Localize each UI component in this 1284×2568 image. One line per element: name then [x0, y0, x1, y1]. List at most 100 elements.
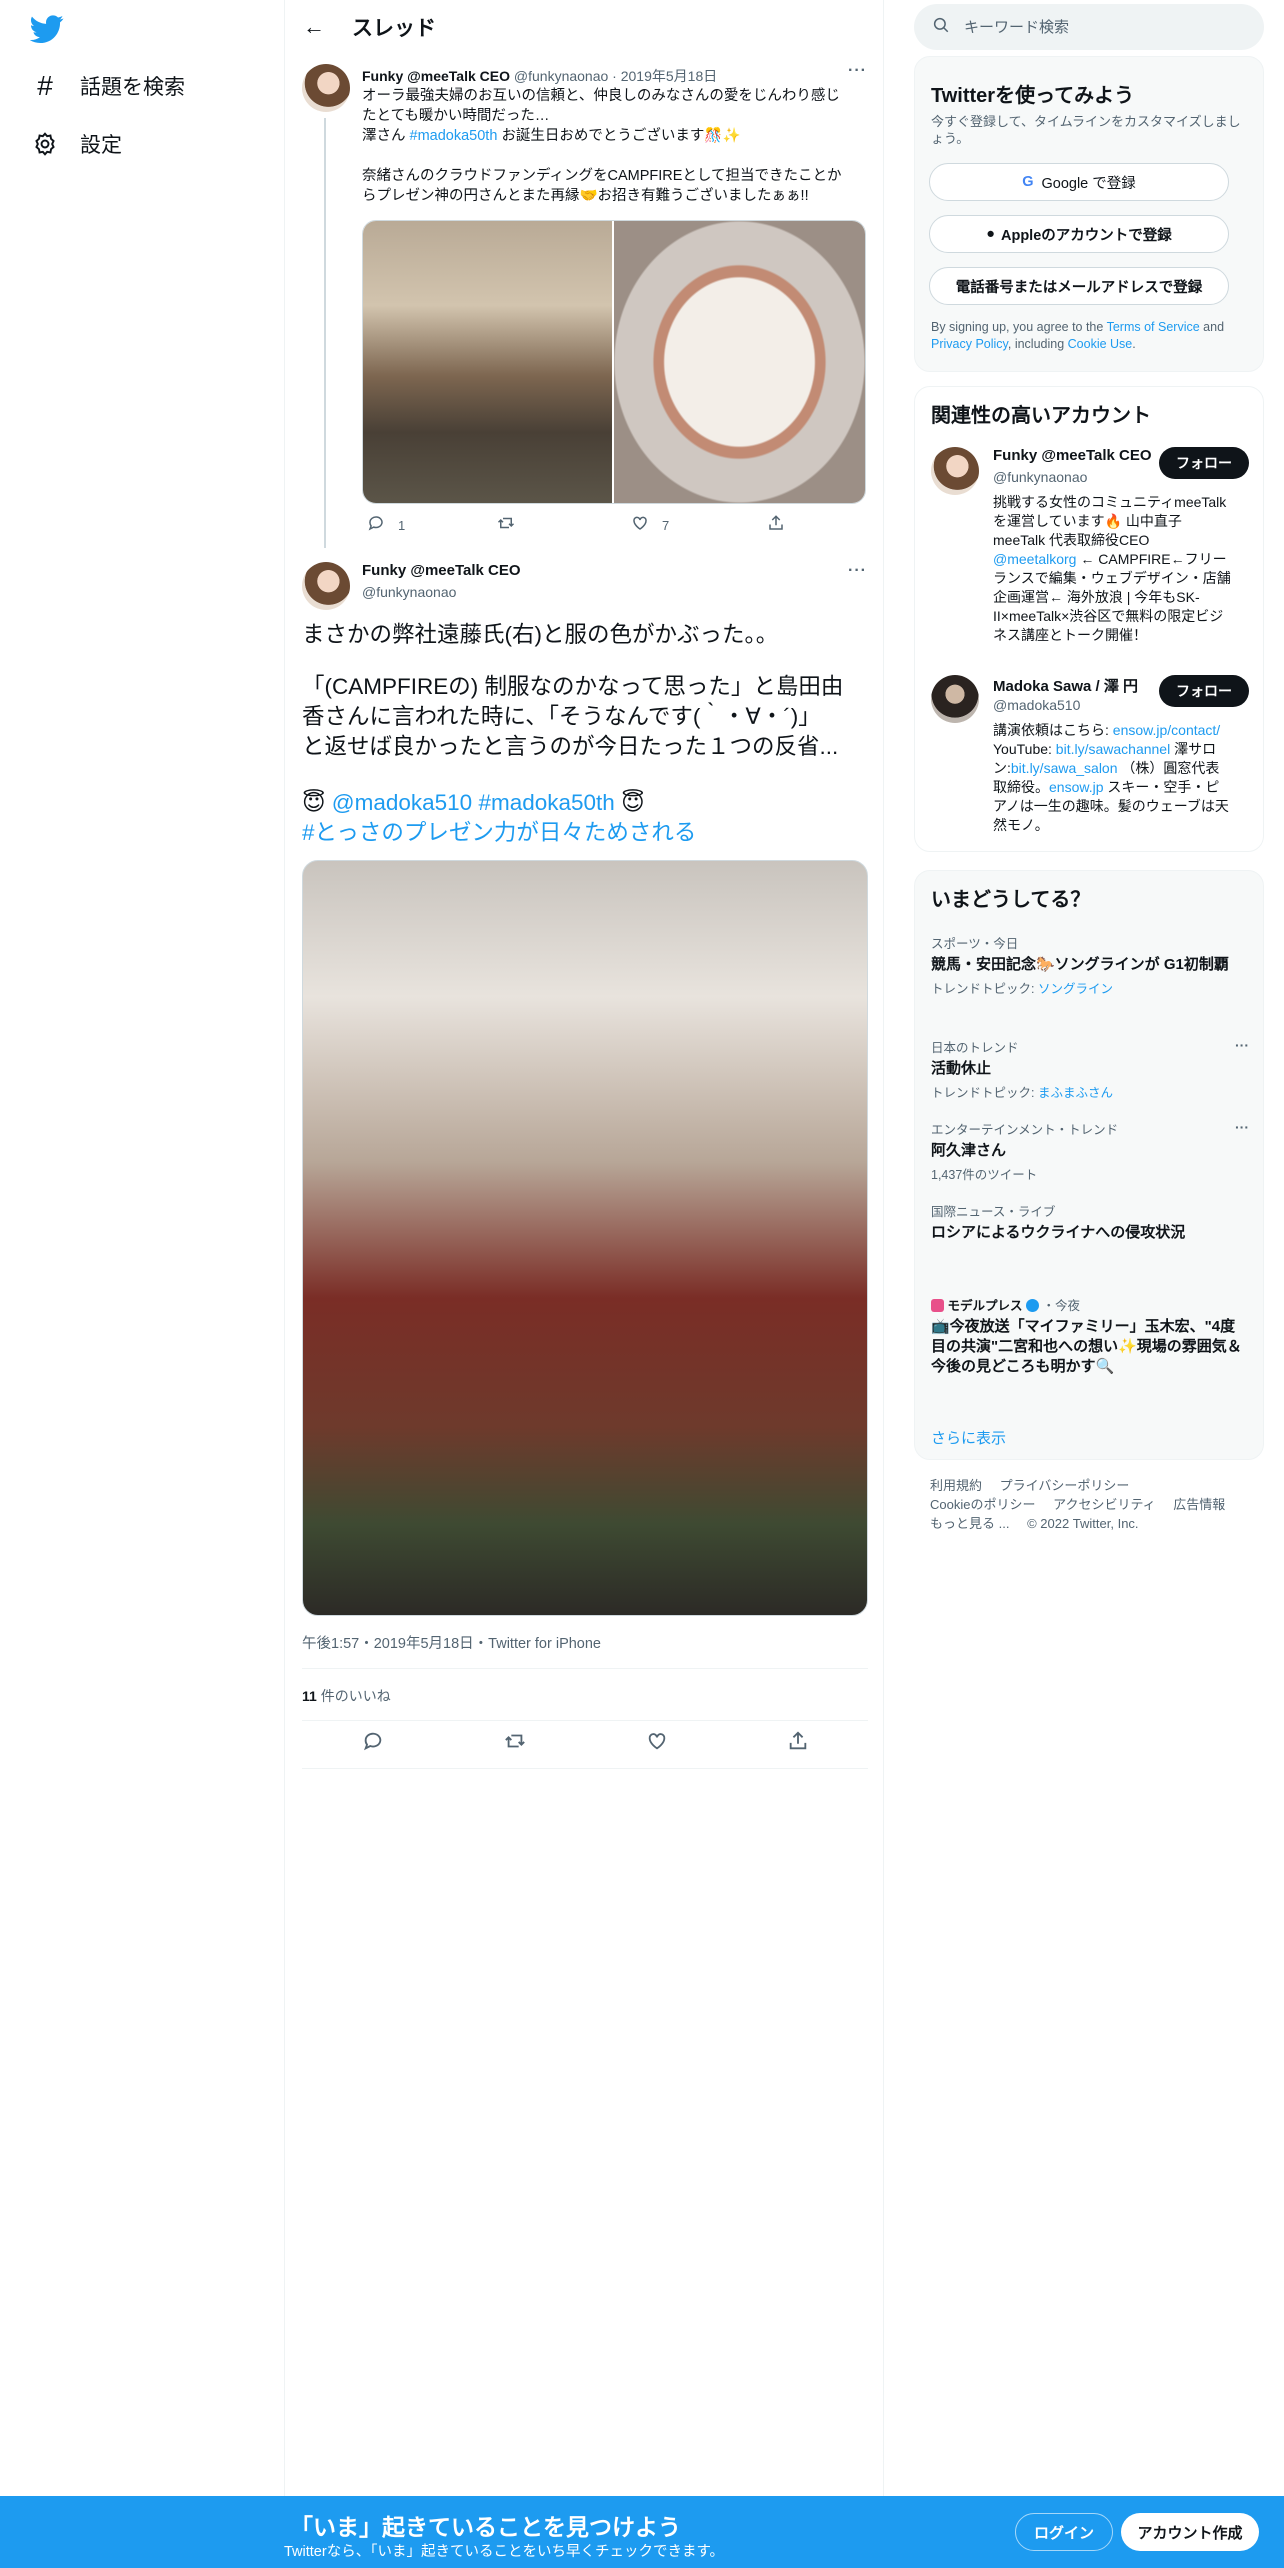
more-icon[interactable]: ···	[848, 62, 867, 80]
search-input[interactable]	[964, 18, 1244, 36]
tweet-text-line: まさかの弊社遠藤氏(右)と服の色がかぶった。。	[302, 622, 779, 647]
account-handle[interactable]: @madoka510	[993, 697, 1080, 713]
bio-line: ランスで編集・ウェブデザイン・店舗	[993, 570, 1231, 586]
phone-signup-button[interactable]: 電話番号またはメールアドレスで登録	[929, 267, 1229, 305]
login-button[interactable]: ログイン	[1015, 2513, 1113, 2551]
avatar[interactable]	[302, 562, 350, 610]
follow-button[interactable]: フォロー	[1159, 675, 1249, 707]
hashtag-link[interactable]: #madoka50th	[478, 790, 614, 815]
reply-button[interactable]: 1	[366, 514, 405, 537]
share-icon[interactable]	[787, 1730, 809, 1760]
trend-name: ロシアによるウクライナへの侵攻状況	[931, 1224, 1186, 1241]
author-handle[interactable]: @funkynaonao	[362, 584, 456, 600]
bio-line: を運営しています🔥 山中直子	[993, 513, 1182, 529]
trend-sub: トレンドトピック: まふまふさん	[931, 1082, 1249, 1101]
apple-signup-button[interactable]: ● Appleのアカウントで登録	[929, 215, 1229, 253]
account-name[interactable]: Madoka Sawa / 澤 円	[993, 675, 1138, 696]
like-button[interactable]: 7	[630, 514, 669, 537]
tweet-photo-group[interactable]	[363, 221, 614, 503]
nav-explore[interactable]: # 話題を検索	[30, 66, 185, 106]
show-more-link[interactable]: さらに表示	[931, 1427, 1006, 1448]
trend-item[interactable]: エンターテインメント・トレンド 阿久津さん 1,437件のツイート ···	[931, 1119, 1249, 1183]
avatar[interactable]	[302, 64, 350, 112]
page-title: スレッド	[352, 17, 436, 40]
avatar[interactable]	[931, 675, 979, 723]
retweet-button[interactable]	[496, 514, 516, 537]
tweet-text-fragment: 澤さん	[362, 128, 406, 144]
tweet-actions: 1 7	[362, 514, 862, 540]
account-cell[interactable]: Madoka Sawa / 澤 円 @madoka510 フォロー 講演依頼はこ…	[931, 675, 1249, 835]
trend-item[interactable]: モデルプレス ・今夜 📺今夜放送「マイファミリー」玉木宏、"4度目の共演"二宮和…	[931, 1295, 1249, 1377]
retweet-icon[interactable]	[503, 1730, 527, 1760]
tweet-photo[interactable]	[302, 860, 868, 1616]
share-button[interactable]	[766, 514, 786, 537]
footer-link[interactable]: もっと見る ...	[930, 1516, 1009, 1531]
divider	[302, 1668, 868, 1669]
account-handle[interactable]: @funkynaonao	[993, 469, 1087, 485]
bio-link[interactable]: ensow.jp	[1049, 779, 1103, 795]
footer-link[interactable]: プライバシーポリシー	[1000, 1478, 1130, 1493]
hashtag-link[interactable]: #とっさのプレゼン力が日々ためされる	[302, 820, 696, 845]
google-signup-button[interactable]: G Google で登録	[929, 163, 1229, 201]
footer-link[interactable]: Cookieのポリシー	[930, 1497, 1035, 1512]
trend-item[interactable]: スポーツ・今日 競馬・安田記念🐎ソングラインが G1初制覇 トレンドトピック: …	[931, 933, 1249, 997]
twitter-bird-icon[interactable]	[29, 12, 68, 50]
privacy-link[interactable]: Privacy Policy	[931, 337, 1008, 351]
trend-topic-link[interactable]: まふまふさん	[1038, 1086, 1113, 1100]
terms-link[interactable]: Terms of Service	[1107, 320, 1200, 334]
footer-link[interactable]: 利用規約	[930, 1478, 982, 1493]
heart-icon[interactable]	[646, 1730, 668, 1760]
author-name[interactable]: Funky @meeTalk CEO	[362, 68, 510, 84]
trend-item[interactable]: 国際ニュース・ライブ ロシアによるウクライナへの侵攻状況	[931, 1201, 1249, 1243]
trend-meta: 日本のトレンド	[931, 1041, 1019, 1055]
reply-icon[interactable]	[362, 1730, 384, 1760]
trend-tweet-count: 1,437件のツイート	[931, 1168, 1038, 1182]
more-icon[interactable]: ···	[848, 562, 867, 580]
avatar[interactable]	[931, 447, 979, 495]
back-arrow-icon[interactable]: ←	[296, 9, 332, 45]
hashtag-link[interactable]: #madoka50th	[410, 128, 498, 144]
tweet-date[interactable]: 2019年5月18日	[621, 68, 718, 84]
emoji: 😇	[302, 790, 326, 815]
banner-title: 「いま」起きていることを見つけよう	[290, 2514, 681, 2540]
bio-fragment: （株）圓窓代表	[1117, 760, 1220, 776]
trend-name: 競馬・安田記念🐎ソングラインが G1初制覇	[931, 956, 1229, 973]
trend-meta: 国際ニュース・ライブ	[931, 1205, 1056, 1219]
trend-topic-link[interactable]: ソングライン	[1038, 982, 1113, 996]
bio-link[interactable]: bit.ly/sawachannel	[1056, 741, 1170, 757]
bio-line: ン:bit.ly/sawa_salon （株）圓窓代表	[993, 759, 1249, 778]
footer-link[interactable]: 広告情報	[1173, 1497, 1225, 1512]
thread-connector	[324, 118, 326, 548]
author-handle[interactable]: @funkynaonao	[514, 68, 608, 84]
cookie-link[interactable]: Cookie Use	[1068, 337, 1133, 351]
bio-link[interactable]: bit.ly/sawa_salon	[1011, 760, 1118, 776]
trend-name: 阿久津さん	[931, 1142, 1007, 1159]
account-name[interactable]: Funky @meeTalk CEO	[993, 447, 1152, 464]
signup-banner: 「いま」起きていることを見つけよう Twitterなら、「いま」起きていることを…	[0, 2496, 1284, 2568]
banner-subtitle: Twitterなら、「いま」起きていることをいち早くチェックできます。	[284, 2544, 724, 2560]
tweet-tags: 😇 @madoka510 #madoka50th 😇 #とっさのプレゼン力が日々…	[302, 788, 868, 848]
search-bar[interactable]	[914, 4, 1264, 50]
mention-link[interactable]: @meetalkorg	[993, 551, 1076, 567]
trend-sub-label: トレンドトピック:	[931, 1086, 1038, 1100]
trend-item[interactable]: 日本のトレンド 活動休止 トレンドトピック: まふまふさん ···	[931, 1037, 1249, 1101]
follow-button[interactable]: フォロー	[1159, 447, 1249, 479]
nav-settings-label: 設定	[80, 134, 122, 157]
nav-settings[interactable]: 設定	[30, 124, 122, 164]
author-name[interactable]: Funky @meeTalk CEO	[362, 562, 521, 579]
tweet-timestamp[interactable]: 午後1:57・2019年5月18日・Twitter for iPhone	[302, 1632, 601, 1653]
more-icon[interactable]: ···	[1235, 1119, 1249, 1135]
tweet-photo-cake[interactable]	[614, 221, 865, 503]
likes-summary[interactable]: 11 件のいいね	[302, 1686, 391, 1706]
footer-link[interactable]: アクセシビリティ	[1053, 1497, 1156, 1512]
bio-link[interactable]: ensow.jp/contact/	[1113, 722, 1220, 738]
trends-card: いまどうしてる？ スポーツ・今日 競馬・安田記念🐎ソングラインが G1初制覇 ト…	[914, 870, 1264, 1460]
tweet-media-grid[interactable]	[362, 220, 866, 504]
bio-fragment: 澤サロ	[1170, 741, 1217, 757]
mention-link[interactable]: @madoka510	[332, 790, 472, 815]
retweet-icon	[496, 514, 516, 537]
signup-button[interactable]: アカウント作成	[1121, 2513, 1259, 2551]
more-icon[interactable]: ···	[1235, 1037, 1249, 1053]
account-cell[interactable]: Funky @meeTalk CEO @funkynaonao フォロー 挑戦す…	[931, 447, 1249, 647]
search-icon	[932, 16, 950, 39]
